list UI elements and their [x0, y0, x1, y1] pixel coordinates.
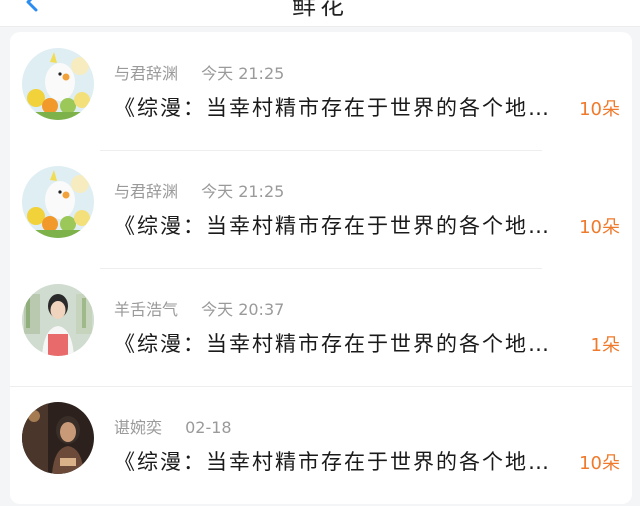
- avatar: [22, 284, 94, 356]
- top-bar: 鲜花: [0, 0, 640, 27]
- cockatiel-icon: [22, 166, 94, 238]
- timestamp: 02-18: [185, 418, 232, 437]
- flower-count: 1朵: [590, 335, 620, 356]
- list-item[interactable]: 羊舌浩气 今天 20:37 《综漫：当幸村精市存在于世界的各个地… 1朵: [10, 268, 632, 386]
- message-preview: 《综漫：当幸村精市存在于世界的各个地…: [114, 450, 551, 474]
- message-preview: 《综漫：当幸村精市存在于世界的各个地…: [114, 96, 551, 120]
- timestamp: 今天 21:25: [201, 64, 285, 83]
- page-title: 鲜花: [292, 0, 348, 20]
- sender-name: 与君辞渊: [114, 64, 179, 83]
- sender-name: 与君辞渊: [114, 182, 179, 201]
- girl-photo-icon: [22, 284, 94, 356]
- sender-name: 谌婉奕: [114, 418, 163, 437]
- avatar: [22, 166, 94, 238]
- list-item[interactable]: 谌婉奕 02-18 《综漫：当幸村精市存在于世界的各个地… 10朵: [10, 386, 632, 504]
- cockatiel-icon: [22, 48, 94, 120]
- flower-message-list: 与君辞渊 今天 21:25 《综漫：当幸村精市存在于世界的各个地… 10朵 与君…: [10, 32, 632, 504]
- flower-count: 10朵: [579, 99, 620, 120]
- avatar: [22, 48, 94, 120]
- timestamp: 今天 21:25: [201, 182, 285, 201]
- message-meta: 与君辞渊 今天 21:25: [114, 178, 284, 202]
- message-meta: 羊舌浩气 今天 20:37: [114, 296, 284, 320]
- list-item[interactable]: 与君辞渊 今天 21:25 《综漫：当幸村精市存在于世界的各个地… 10朵: [10, 150, 632, 268]
- sender-name: 羊舌浩气: [114, 300, 179, 319]
- flower-count: 10朵: [579, 453, 620, 474]
- message-preview: 《综漫：当幸村精市存在于世界的各个地…: [114, 332, 551, 356]
- dark-photo-icon: [22, 402, 94, 474]
- message-meta: 谌婉奕 02-18: [114, 414, 232, 438]
- message-preview: 《综漫：当幸村精市存在于世界的各个地…: [114, 214, 551, 238]
- timestamp: 今天 20:37: [201, 300, 285, 319]
- flower-count: 10朵: [579, 217, 620, 238]
- message-meta: 与君辞渊 今天 21:25: [114, 60, 284, 84]
- avatar: [22, 402, 94, 474]
- list-item[interactable]: 与君辞渊 今天 21:25 《综漫：当幸村精市存在于世界的各个地… 10朵: [10, 32, 632, 150]
